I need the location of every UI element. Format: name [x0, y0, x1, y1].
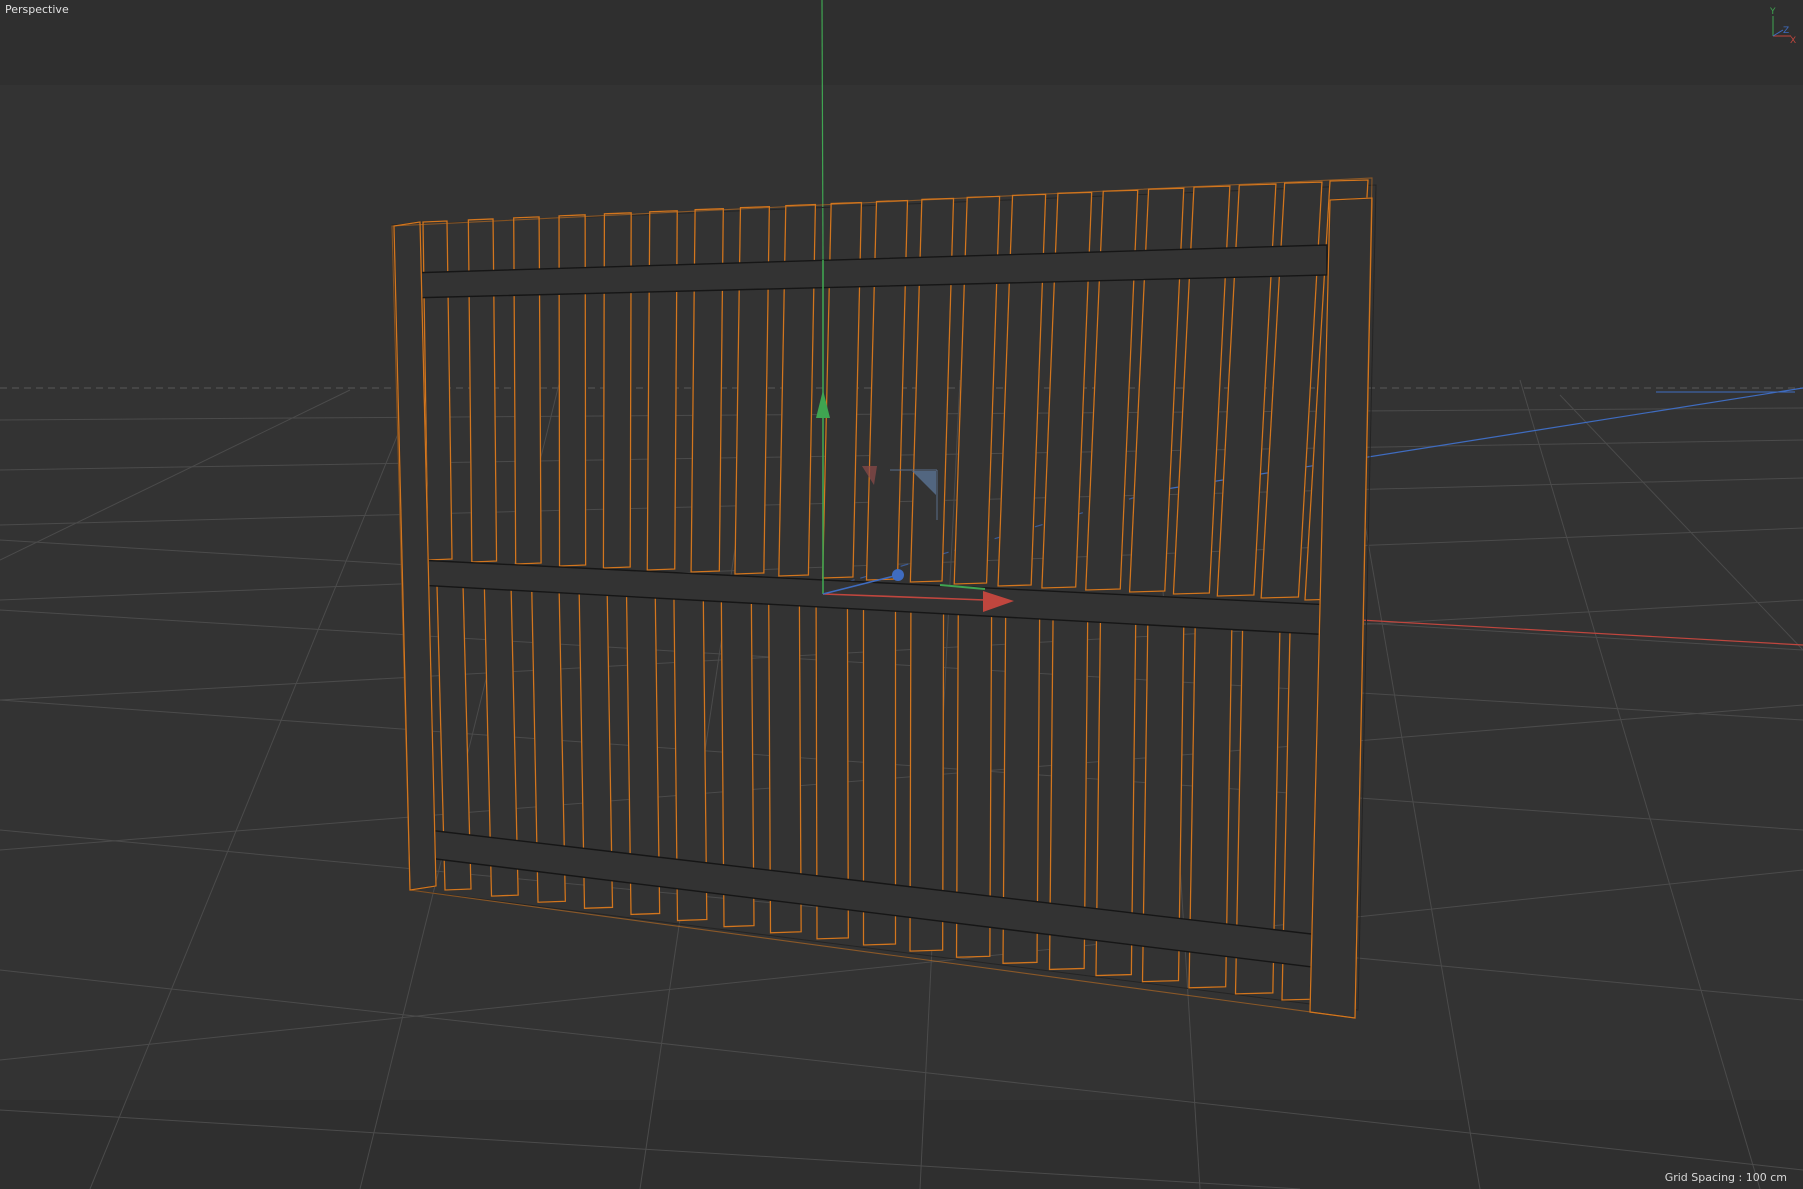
- camera-z-axis: [1772, 29, 1784, 37]
- camera-z-label: Z: [1783, 26, 1789, 36]
- floor-band: [0, 1100, 1803, 1189]
- sky-band: [0, 0, 1803, 85]
- viewport-scene[interactable]: [0, 0, 1803, 1189]
- camera-x-label: X: [1790, 36, 1796, 44]
- gizmo-z-handle: [892, 569, 904, 581]
- grid-spacing-label: Grid Spacing : 100 cm: [1664, 1171, 1787, 1184]
- camera-y-label: Y: [1769, 7, 1776, 17]
- camera-axis-gizmo: Y Z X: [1769, 7, 1796, 44]
- viewport-perspective[interactable]: Perspective Grid Spacing : 100 cm Y Z X: [0, 0, 1803, 1189]
- viewport-label: Perspective: [5, 3, 69, 16]
